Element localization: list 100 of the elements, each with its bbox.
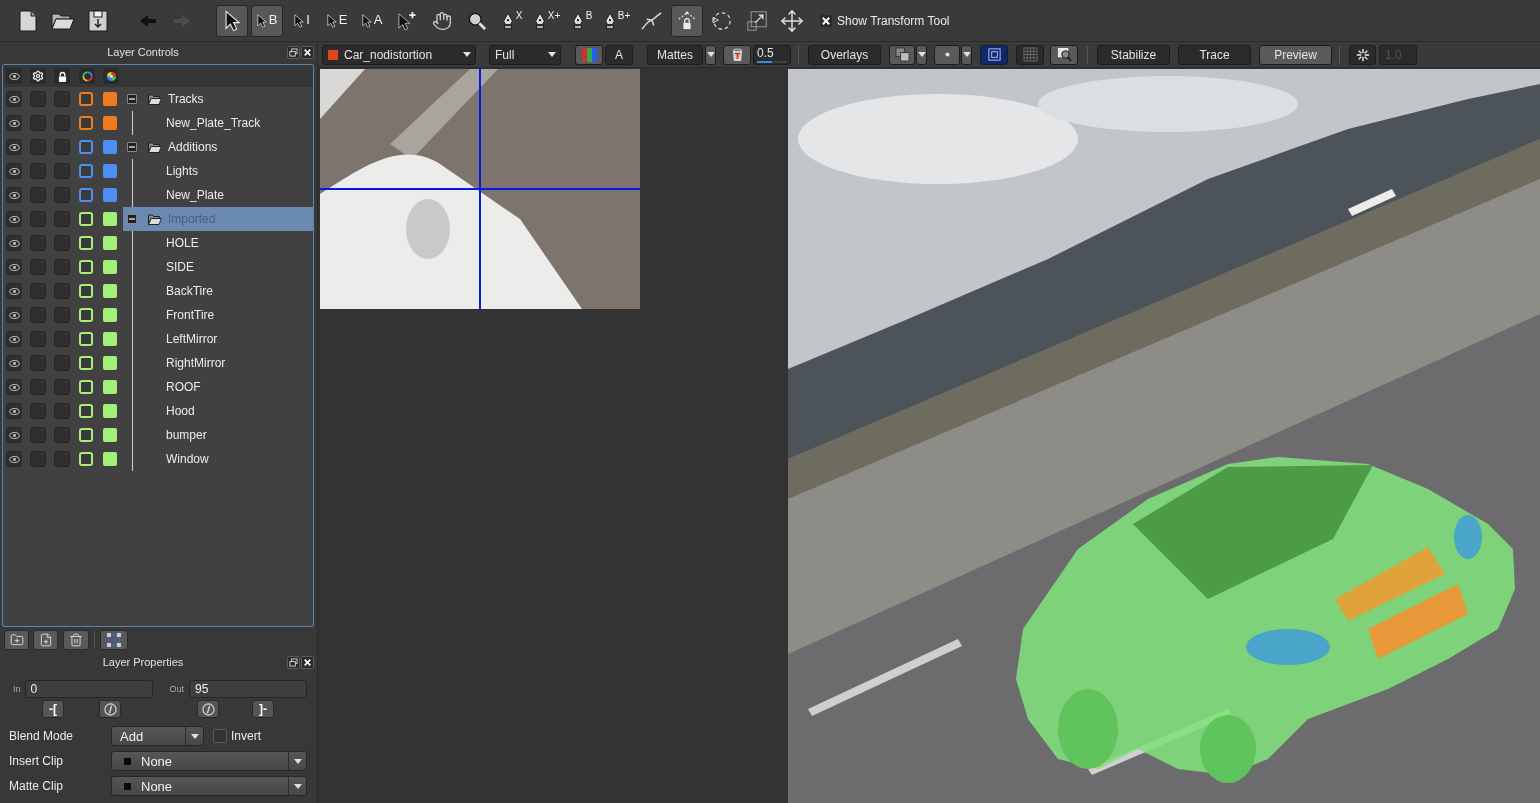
layer-item[interactable]: Additions (123, 135, 313, 159)
mattes-menu-button[interactable] (705, 44, 716, 65)
visibility-toggle[interactable] (6, 283, 22, 299)
tool-button[interactable]: B+ (601, 4, 633, 37)
matte-color-button[interactable] (723, 44, 751, 65)
close-button[interactable] (301, 45, 314, 59)
lock-checkbox[interactable] (54, 139, 70, 155)
layer-item[interactable]: LeftMirror (123, 327, 313, 351)
alpha-button[interactable]: A (605, 44, 633, 65)
visibility-toggle[interactable] (6, 331, 22, 347)
tool-button[interactable]: A (356, 4, 388, 37)
lock-checkbox[interactable] (54, 379, 70, 395)
lock-checkbox[interactable] (54, 259, 70, 275)
rgb-button[interactable] (575, 44, 603, 65)
invert-checkbox[interactable] (213, 729, 227, 743)
visibility-toggle[interactable] (6, 259, 22, 275)
lock-checkbox[interactable] (54, 115, 70, 131)
visibility-toggle[interactable] (6, 355, 22, 371)
matte-clip-dropdown[interactable]: None (111, 776, 307, 796)
mattes-button[interactable]: Mattes (647, 44, 703, 65)
lock-checkbox[interactable] (54, 403, 70, 419)
visibility-toggle[interactable] (6, 379, 22, 395)
visibility-toggle[interactable] (6, 163, 22, 179)
tool-button[interactable]: I (286, 4, 318, 37)
overlays-button[interactable]: Overlays (808, 44, 881, 65)
expand-toggle[interactable] (127, 94, 137, 104)
overlay-menu-button[interactable] (916, 44, 927, 65)
clip-dropdown[interactable]: Car_nodistortion (322, 44, 476, 65)
gear-checkbox[interactable] (30, 379, 46, 395)
gear-checkbox[interactable] (30, 139, 46, 155)
blend-mode-dropdown[interactable]: Add (111, 726, 204, 746)
gear-checkbox[interactable] (30, 283, 46, 299)
layer-item[interactable]: BackTire (123, 279, 313, 303)
grid-button[interactable] (1016, 44, 1044, 65)
visibility-toggle[interactable] (6, 235, 22, 251)
layer-item[interactable]: bumper (123, 423, 313, 447)
visibility-toggle[interactable] (6, 187, 22, 203)
lock-checkbox[interactable] (54, 91, 70, 107)
go-to-in-button[interactable] (99, 700, 121, 718)
tool-button[interactable]: X+ (531, 4, 563, 37)
safe-frame-button[interactable] (980, 44, 1008, 65)
expand-toggle[interactable] (127, 214, 137, 224)
tool-button[interactable]: B (566, 4, 598, 37)
gear-checkbox[interactable] (30, 163, 46, 179)
set-in-button[interactable]: -[ (42, 700, 64, 718)
gear-checkbox[interactable] (30, 355, 46, 371)
visibility-toggle[interactable] (6, 91, 22, 107)
gear-checkbox[interactable] (30, 235, 46, 251)
lock-checkbox[interactable] (54, 187, 70, 203)
gear-checkbox[interactable] (30, 91, 46, 107)
visibility-toggle[interactable] (6, 115, 22, 131)
gear-checkbox[interactable] (30, 187, 46, 203)
gear-checkbox[interactable] (30, 259, 46, 275)
tool-button[interactable]: B (251, 4, 283, 37)
gear-checkbox[interactable] (30, 451, 46, 467)
tool-button[interactable]: X (496, 4, 528, 37)
layer-item[interactable]: Hood (123, 399, 313, 423)
lock-checkbox[interactable] (54, 283, 70, 299)
gear-checkbox[interactable] (30, 331, 46, 347)
float-button[interactable] (287, 655, 300, 669)
visibility-toggle[interactable] (6, 403, 22, 419)
insert-clip-dropdown[interactable]: None (111, 751, 307, 771)
layer-item[interactable]: SIDE (123, 255, 313, 279)
lock-checkbox[interactable] (54, 451, 70, 467)
visibility-toggle[interactable] (6, 307, 22, 323)
new-folder-button[interactable] (4, 630, 29, 650)
gear-checkbox[interactable] (30, 211, 46, 227)
tool-button[interactable] (671, 4, 703, 37)
layer-item[interactable]: HOLE (123, 231, 313, 255)
visibility-toggle[interactable] (6, 211, 22, 227)
sparkle-button[interactable] (1349, 44, 1376, 65)
float-button[interactable] (287, 45, 300, 59)
visibility-toggle[interactable] (6, 451, 22, 467)
layer-item[interactable]: FrontTire (123, 303, 313, 327)
layer-item[interactable]: Lights (123, 159, 313, 183)
point-mode-button[interactable] (934, 44, 960, 65)
delete-button[interactable] (63, 630, 89, 650)
out-field[interactable]: 95 (189, 680, 308, 698)
magnifier-button[interactable] (1050, 44, 1078, 65)
tool-button[interactable] (216, 4, 248, 37)
point-menu-button[interactable] (961, 44, 972, 65)
mode-button[interactable]: Stabilize (1097, 44, 1170, 65)
overlay-mode-button[interactable] (889, 44, 915, 65)
lock-checkbox[interactable] (54, 331, 70, 347)
in-field[interactable]: 0 (24, 680, 153, 698)
layer-item[interactable]: Tracks (123, 87, 313, 111)
layer-item[interactable]: RightMirror (123, 351, 313, 375)
set-out-button[interactable]: ]- (252, 700, 274, 718)
layer-item[interactable]: New_Plate (123, 183, 313, 207)
new-layer-button[interactable] (33, 630, 58, 650)
gear-checkbox[interactable] (30, 427, 46, 443)
go-to-out-button[interactable] (197, 700, 219, 718)
mode-button[interactable]: Trace (1178, 44, 1251, 65)
resolution-dropdown[interactable]: Full (489, 44, 561, 65)
opacity-field[interactable]: 0.5 (753, 44, 791, 65)
transform-checkbox[interactable] (820, 14, 832, 27)
tool-button[interactable]: E (321, 4, 353, 37)
layer-item[interactable]: New_Plate_Track (123, 111, 313, 135)
visibility-toggle[interactable] (6, 139, 22, 155)
gear-checkbox[interactable] (30, 403, 46, 419)
